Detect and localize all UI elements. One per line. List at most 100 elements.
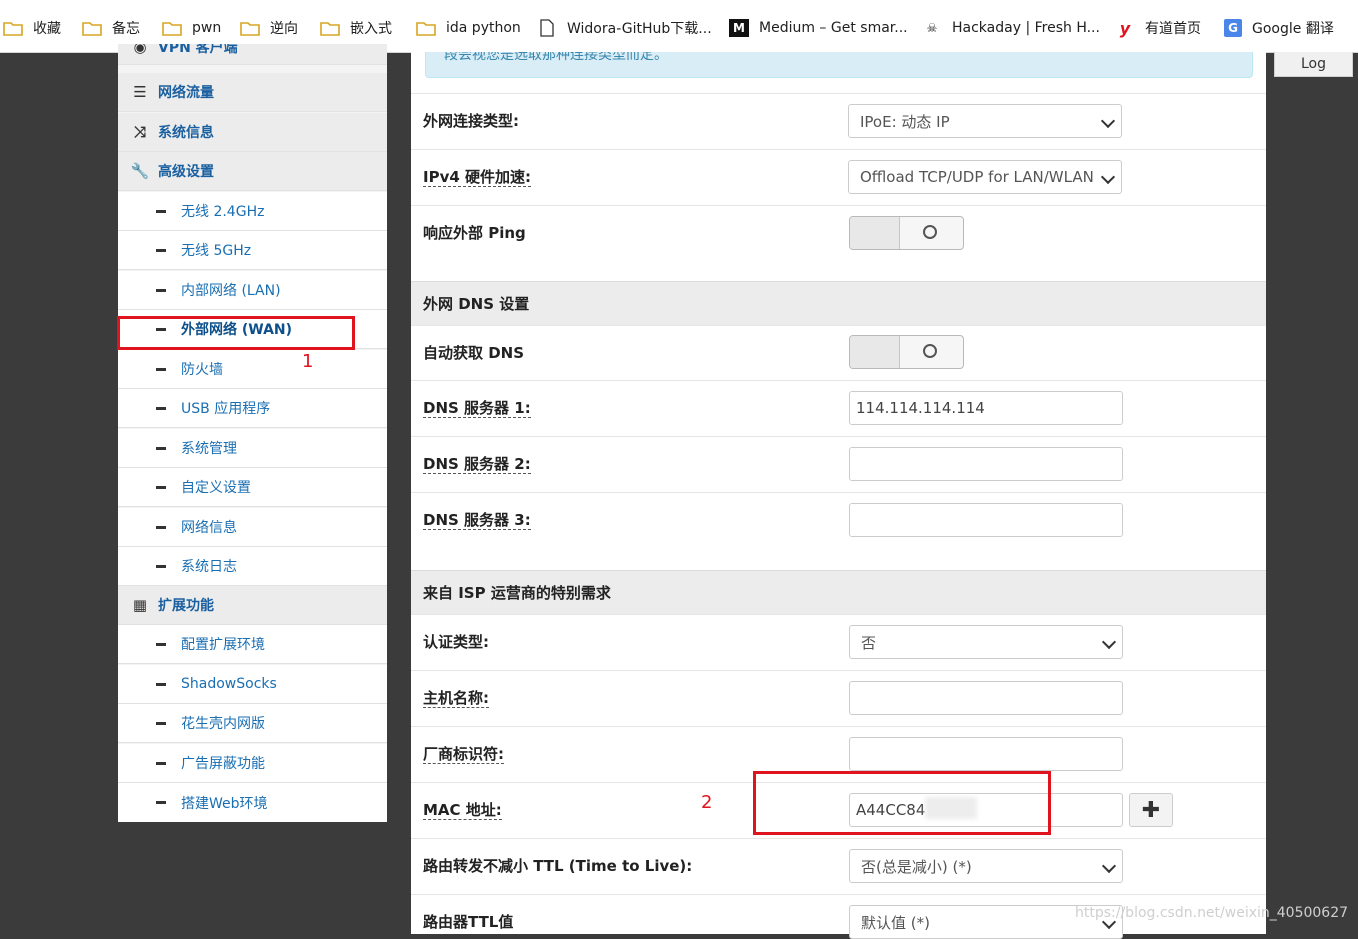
sidebar-item-label: 搭建Web环境 (181, 795, 268, 812)
sidebar-item-label: ShadowSocks (181, 676, 277, 692)
wrench-icon: 🔧 (130, 162, 150, 180)
sidebar-item-vpn-client[interactable]: ◉ VPN 客户端 (118, 44, 387, 65)
sidebar-item-label: 网络信息 (181, 520, 237, 536)
wan-type-label: 外网连接类型: (423, 112, 519, 130)
annotation-box-mac (753, 771, 1051, 835)
annotation-number-1: 1 (302, 351, 314, 372)
ping-label: 响应外部 Ping (423, 224, 526, 242)
dns3-input[interactable] (849, 503, 1123, 537)
sidebar-item-system-admin[interactable]: 系统管理 (118, 429, 387, 468)
wan-type-select[interactable]: IPoE: 动态 IP (848, 104, 1122, 138)
sidebar-item-label: 高级设置 (158, 164, 214, 180)
log-button[interactable]: Log (1274, 52, 1353, 77)
sidebar-item-label: 花生壳内网版 (181, 716, 265, 732)
dash-icon (156, 209, 166, 213)
sidebar-item-wireless-24[interactable]: 无线 2.4GHz (118, 192, 387, 231)
sidebar-item-extensions[interactable]: ▦ 扩展功能 (118, 586, 387, 625)
info-alert: 段会视您是选取那种连接类型而定。 (425, 52, 1253, 78)
sidebar-item-system-info[interactable]: ⤨ 系统信息 (118, 113, 387, 152)
medium-icon: M (729, 19, 749, 37)
bookmark-page[interactable]: Widora-GitHub下载... (537, 16, 712, 40)
sidebar-item-advanced[interactable]: 🔧 高级设置 (118, 152, 387, 191)
bookmark-folder[interactable]: 逆向 (240, 16, 298, 40)
row-dns3: DNS 服务器 3: (411, 492, 1266, 570)
dash-icon (156, 446, 166, 450)
dash-icon (156, 406, 166, 410)
toggle-knob (850, 217, 900, 249)
folder-icon (82, 21, 102, 36)
sidebar-item-traffic[interactable]: ☰ 网络流量 (118, 73, 387, 112)
sidebar-item-label: 广告屏蔽功能 (181, 756, 265, 772)
sidebar-item-label: 系统管理 (181, 441, 237, 457)
dns3-label: DNS 服务器 3: (423, 511, 531, 530)
row-auth: 认证类型: 否 (411, 614, 1266, 670)
off-circle-icon (923, 344, 937, 358)
dash-icon (156, 288, 166, 292)
auto-dns-toggle[interactable] (849, 335, 964, 369)
bookmark-label: 收藏 (33, 21, 61, 37)
sidebar-item-adblock[interactable]: 广告屏蔽功能 (118, 744, 387, 783)
bookmark-folder[interactable]: 备忘 (82, 16, 140, 40)
hostname-input[interactable] (849, 681, 1123, 715)
bookmark-folder[interactable]: 收藏 (3, 16, 61, 40)
sidebar-item-web-env[interactable]: 搭建Web环境 (118, 783, 387, 822)
sidebar-item-custom-settings[interactable]: 自定义设置 (118, 468, 387, 507)
sidebar-item-label: 扩展功能 (158, 598, 214, 614)
row-ttl: 路由转发不减小 TTL (Time to Live): 否(总是减小) (*) (411, 838, 1266, 894)
dns2-input[interactable] (849, 447, 1123, 481)
bookmark-label: 有道首页 (1145, 21, 1201, 37)
folder-icon (240, 21, 260, 36)
alert-text: 段会视您是选取那种连接类型而定。 (444, 52, 668, 63)
sidebar-item-label: 无线 2.4GHz (181, 204, 265, 220)
sidebar-item-lan[interactable]: 内部网络 (LAN) (118, 271, 387, 310)
add-mac-button[interactable]: ✚ (1129, 793, 1173, 827)
sidebar-item-shadowsocks[interactable]: ShadowSocks (118, 665, 387, 704)
off-circle-icon (923, 225, 937, 239)
wan-type-value: IPoE: 动态 IP (860, 112, 950, 131)
row-auto-dns: 自动获取 DNS (411, 325, 1266, 380)
dash-icon (156, 248, 166, 252)
sidebar-item-firewall[interactable]: 防火墙 (118, 350, 387, 389)
bookmark-label: 嵌入式 (350, 21, 392, 37)
row-hw-accel: IPv4 硬件加速: Offload TCP/UDP for LAN/WLAN (411, 149, 1266, 205)
sidebar-item-wireless-5[interactable]: 无线 5GHz (118, 231, 387, 270)
ping-toggle[interactable] (849, 216, 964, 250)
sidebar-item-oray[interactable]: 花生壳内网版 (118, 704, 387, 743)
isp-section-header: 来自 ISP 运营商的特别需求 (411, 570, 1266, 614)
vendor-input[interactable] (849, 737, 1123, 771)
sidebar-item-network-info[interactable]: 网络信息 (118, 508, 387, 547)
watermark: https://blog.csdn.net/weixin_40500627 (1075, 905, 1349, 921)
sidebar-item-label: 系统日志 (181, 559, 237, 575)
bookmark-label: ida python (446, 20, 521, 36)
auth-select[interactable]: 否 (849, 625, 1123, 659)
sidebar-item-usb-apps[interactable]: USB 应用程序 (118, 389, 387, 428)
bookmark-folder[interactable]: ida python (416, 16, 521, 40)
dash-icon (156, 801, 166, 804)
row-hostname: 主机名称: (411, 670, 1266, 726)
bookmark-hackaday[interactable]: ☠ Hackaday | Fresh H... (922, 16, 1100, 40)
bookmark-medium[interactable]: M Medium – Get smar... (729, 16, 908, 40)
sidebar-item-config-ext[interactable]: 配置扩展环境 (118, 625, 387, 664)
bookmark-youdao[interactable]: y 有道首页 (1115, 16, 1201, 40)
dash-icon (156, 721, 166, 725)
router-ttl-label: 路由器TTL值 (423, 913, 514, 931)
bookmark-label: pwn (192, 20, 222, 36)
dash-icon (156, 682, 166, 686)
hw-accel-value: Offload TCP/UDP for LAN/WLAN (860, 168, 1094, 186)
bookmark-folder[interactable]: pwn (162, 16, 221, 40)
isp-section-title: 来自 ISP 运营商的特别需求 (423, 584, 611, 602)
ttl-select[interactable]: 否(总是减小) (*) (849, 849, 1123, 883)
bookmark-google-translate[interactable]: G Google 翻译 (1224, 16, 1334, 40)
row-wan-type: 外网连接类型: IPoE: 动态 IP (411, 93, 1266, 149)
sidebar-item-label: 网络流量 (158, 85, 214, 101)
globe-icon: ◉ (133, 44, 147, 56)
dns-section-title: 外网 DNS 设置 (423, 295, 530, 313)
bookmark-folder[interactable]: 嵌入式 (320, 16, 392, 40)
hw-accel-select[interactable]: Offload TCP/UDP for LAN/WLAN (848, 160, 1122, 194)
bookmark-label: Hackaday | Fresh H... (952, 20, 1100, 36)
sidebar-item-label: USB 应用程序 (181, 401, 271, 417)
sidebar-item-label: 系统信息 (158, 125, 214, 141)
sidebar-item-label: 配置扩展环境 (181, 637, 265, 653)
dns1-input[interactable]: 114.114.114.114 (849, 391, 1123, 425)
sidebar-item-system-log[interactable]: 系统日志 (118, 547, 387, 586)
